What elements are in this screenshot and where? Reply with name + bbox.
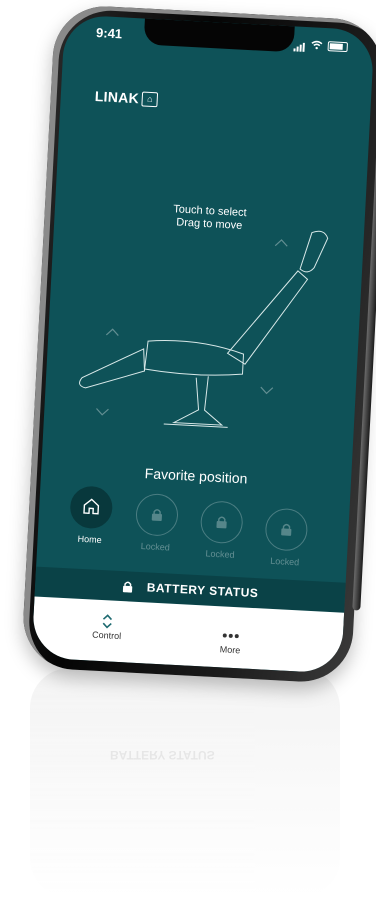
home-circle[interactable]: [69, 485, 114, 530]
favorite-locked-button[interactable]: Locked: [133, 492, 180, 553]
chevron-up-icon[interactable]: [274, 239, 288, 247]
lock-icon: [216, 516, 227, 529]
favorite-label: Home: [77, 533, 102, 545]
lock-icon: [122, 581, 132, 593]
favorite-label: Locked: [140, 541, 171, 553]
chevron-down-icon[interactable]: [96, 408, 109, 416]
favorite-locked-button[interactable]: Locked: [198, 500, 245, 560]
favorite-label: Locked: [205, 548, 235, 560]
chair-headrest[interactable]: [299, 230, 329, 273]
battery-status-label: BATTERY STATUS: [146, 580, 259, 601]
chevron-up-icon[interactable]: [105, 328, 119, 336]
favorite-home-button[interactable]: Home: [67, 485, 114, 545]
tab-more[interactable]: More: [190, 625, 271, 657]
tab-control[interactable]: Control: [66, 610, 147, 642]
reflection-battery-text: BATTERY STATUS: [110, 748, 215, 762]
chair-diagram[interactable]: [42, 14, 375, 470]
favorite-locked-button[interactable]: Locked: [262, 507, 309, 567]
lock-icon: [281, 523, 292, 536]
chair-legrest[interactable]: [79, 346, 146, 391]
locked-circle[interactable]: [264, 507, 309, 552]
chevron-down-icon[interactable]: [260, 386, 274, 395]
favorite-label: Locked: [269, 555, 300, 568]
phone-reflection: BATTERY STATUS: [30, 668, 340, 898]
app-screen: 9:41 LINAK ⌂ Touch to select Drag to mov…: [31, 14, 375, 674]
locked-circle[interactable]: [134, 492, 180, 537]
chair-base: [171, 376, 224, 426]
chair-seat[interactable]: [144, 339, 245, 377]
lock-icon: [151, 509, 162, 522]
home-icon: [83, 498, 100, 515]
phone-frame: 9:41 LINAK ⌂ Touch to select Drag to mov…: [20, 3, 376, 685]
locked-circle[interactable]: [199, 500, 244, 545]
